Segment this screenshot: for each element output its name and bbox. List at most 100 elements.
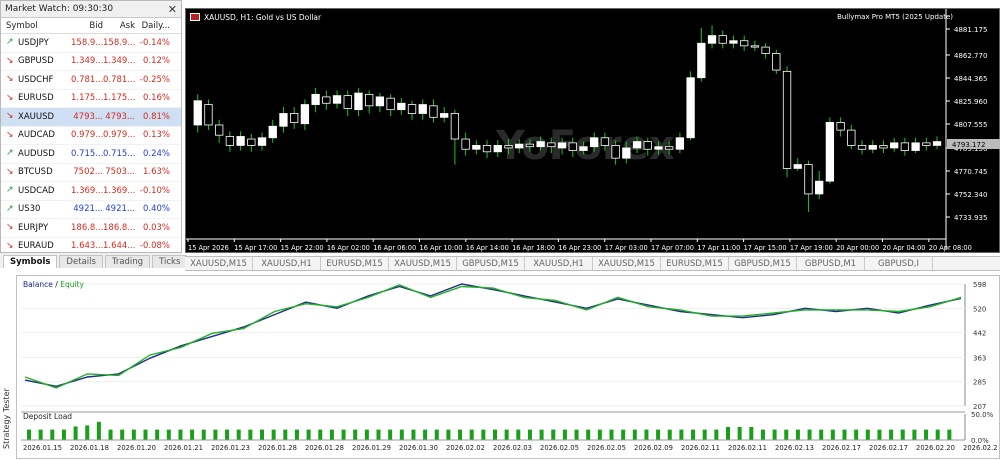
load-bar <box>772 429 777 440</box>
balance-label: Balance <box>23 280 53 289</box>
chart-tab[interactable]: EURUSD,M15 <box>321 257 389 270</box>
load-bar <box>702 429 707 440</box>
candle-body <box>322 96 331 104</box>
date-tick-label: 2026.01.23 <box>211 444 250 452</box>
load-bar <box>656 429 661 440</box>
symbol-row[interactable]: ↗ US30 4921... 4921... 0.40% <box>1 201 181 219</box>
load-bar <box>61 429 66 440</box>
load-bar <box>900 429 905 440</box>
load-bar <box>691 429 696 440</box>
candle-body <box>675 137 685 150</box>
symbol-name: USDCHF <box>18 74 54 85</box>
price-tick-label: 4862.770 <box>954 52 987 60</box>
symbol-row[interactable]: ↗ USDJPY 158.9... 158.9... -0.14% <box>1 34 181 53</box>
col-ask[interactable]: Ask <box>103 21 135 31</box>
tab-details[interactable]: Details <box>59 255 103 268</box>
chart-tab[interactable]: XAUUSD,M15 <box>593 257 661 270</box>
tab-ticks[interactable]: Ticks <box>152 255 188 268</box>
symbol-row[interactable]: ↘ EURJPY 186.8... 186.8... 0.03% <box>1 219 181 238</box>
candle-body <box>429 105 438 118</box>
col-bid[interactable]: Bid <box>71 21 103 31</box>
chart-tab[interactable]: EURUSD,M15 <box>661 257 729 270</box>
candle-body <box>504 145 513 149</box>
ask-value: 0.781... <box>103 74 135 85</box>
load-bar <box>341 429 346 440</box>
date-tick-label: 2026.02.17 <box>822 444 861 452</box>
load-bar <box>842 429 847 440</box>
symbol-row[interactable]: ↘ BTCUSD 7502... 7503... 1.63% <box>1 164 181 182</box>
candle-body <box>397 102 406 111</box>
market-watch-list: ↗ USDJPY 158.9... 158.9... -0.14% ↘ GBPUSD 1.34… <box>1 34 181 249</box>
chart-tab[interactable]: XAUUSD,H1 <box>253 257 321 270</box>
candle-body <box>547 142 556 148</box>
candle-body <box>461 138 470 150</box>
candle-body <box>632 141 642 149</box>
daily-change-value: 0.40% <box>142 204 170 215</box>
symbol-name: GBPUSD <box>18 56 54 67</box>
tab-trading[interactable]: Trading <box>104 255 151 268</box>
symbol-cell: ↗ USDCAD <box>1 186 71 196</box>
candle-body <box>579 146 588 151</box>
date-tick-label: 2026.02.09 <box>634 444 673 452</box>
candle-body <box>375 96 385 107</box>
price-chart[interactable]: YoForex 4881.175 4862.770 4844.365 4825.960 4… <box>185 8 1000 253</box>
load-bar <box>260 429 264 440</box>
chart-tab[interactable]: GBPUSD,M15 <box>457 257 525 270</box>
bid-value: 7502... <box>73 167 103 178</box>
bid-value: 1.175... <box>71 93 103 104</box>
load-bar <box>795 429 800 440</box>
bid-value: 4921... <box>73 204 103 215</box>
symbol-row[interactable]: ↘ EURUSD 1.175... 1.175... 0.16% <box>1 90 181 108</box>
symbol-row[interactable]: ↘ EURAUD 1.643... 1.644... -0.08% <box>1 238 181 249</box>
price-tick-label: 4881.175 <box>954 26 987 34</box>
col-daily-change[interactable]: Daily... <box>135 21 173 31</box>
chart-tab[interactable]: GBPUSD,I <box>865 257 933 270</box>
symbol-row[interactable]: ↘ GBPUSD 1.349... 1.349... 0.12% <box>1 53 181 71</box>
indicator-badge: Bullymax Pro MT5 (2025 Update) <box>837 13 953 21</box>
chart-tab[interactable]: XAUUSD,M15 <box>185 257 253 270</box>
candle-body <box>482 145 492 153</box>
chart-tab[interactable]: XAUUSD,M15 <box>389 257 457 270</box>
symbol-row[interactable]: ↘ USDCHF 0.781... 0.781... -0.25% <box>1 71 181 90</box>
col-symbol[interactable]: Symbol <box>1 21 71 31</box>
candle-body <box>332 95 342 104</box>
candle-body <box>268 125 277 139</box>
tab-symbols[interactable]: Symbols <box>3 255 58 268</box>
balance-legend: Balance / Equity <box>23 280 84 289</box>
chart-title: XAUUSD, H1: Gold vs US Dollar <box>204 13 322 22</box>
ask-value: 0.715... <box>103 148 135 159</box>
daily-change-value: -0.25% <box>139 74 170 85</box>
symbol-row[interactable]: ↗ USDCAD 1.369... 1.369... -0.10% <box>1 182 181 201</box>
ask-value: 1.349... <box>103 56 135 67</box>
date-tick-label: 2026.01.18 <box>70 444 109 452</box>
symbol-row[interactable]: ↗ AUDUSD 0.715... 0.715... 0.24% <box>1 145 181 164</box>
strategy-tester-graph: Balance / Equity Deposit Load 598 520 442 3… <box>16 275 1000 459</box>
candle-body <box>718 35 727 44</box>
strategy-tester-side-label: Strategy Tester <box>2 388 11 450</box>
time-tick-label: 17 Apr 19:00 <box>790 244 833 252</box>
load-bar <box>120 429 125 440</box>
load-bar <box>318 429 323 440</box>
close-icon[interactable]: ✕ <box>168 3 177 16</box>
load-bar <box>760 429 765 440</box>
symbol-row[interactable]: ↘ XAUUSD 4793... 4793... 0.81% <box>1 108 181 127</box>
candle-body <box>493 145 502 153</box>
chart-tab[interactable]: GBPUSD,M15 <box>729 257 797 270</box>
chart-tab[interactable]: XAUUSD,H1 <box>525 257 593 270</box>
candle-body <box>590 137 599 148</box>
market-watch-header: Symbol Bid Ask Daily... <box>1 18 181 34</box>
load-bar <box>155 429 160 440</box>
symbol-name: USDJPY <box>18 37 49 48</box>
balance-tick-label: 598 <box>973 281 986 289</box>
chart-tab[interactable]: GBPUSD,M1 <box>797 257 865 270</box>
load-bar <box>306 429 311 440</box>
candle-body <box>740 40 749 47</box>
load-bar <box>108 429 113 440</box>
symbol-row[interactable]: ↘ AUDCAD 0.979... 0.979... 0.13% <box>1 127 181 145</box>
bid-value: 0.979... <box>71 130 103 141</box>
bid-value: 4793... <box>73 111 103 122</box>
date-tick-label: 2026.02.03 <box>493 444 532 452</box>
candle-body <box>290 113 299 123</box>
symbol-cell: ↗ US30 <box>1 204 71 214</box>
load-bar <box>411 429 416 440</box>
